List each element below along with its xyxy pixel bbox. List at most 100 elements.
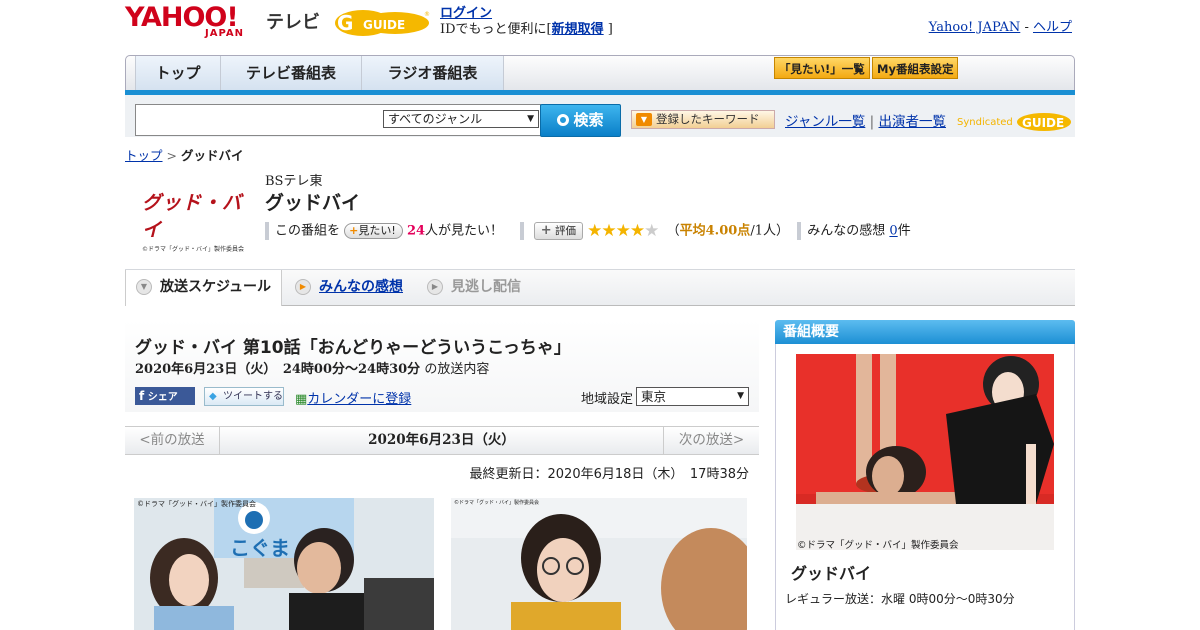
cast-list-link[interactable]: 出演者一覧 [878,114,946,130]
genre-select[interactable]: すべてのジャンル ▼ [383,110,539,128]
average-score: 平均4.00点 [679,223,751,239]
global-nav: トップ テレビ番組表 ラジオ番組表 「見たい!」一覧 My番組表設定 [125,55,1075,93]
photo-1-sign-text: こぐま [230,536,290,560]
chevron-down-icon: ▼ [136,279,152,295]
signup-link[interactable]: 新規取得 [552,22,604,37]
registered-keyword-label: 登録したキーワード [656,112,760,126]
search-links: ジャンル一覧 | 出演者一覧 [785,110,946,130]
tab-broadcast-schedule[interactable]: ▼ 放送スケジュール [125,270,282,306]
svg-text:®: ® [424,11,430,18]
star-icon: ★ [587,221,602,241]
star-icon: ★ [601,221,616,241]
calendar-link[interactable]: カレンダーに登録 [307,392,411,407]
region-label: 地域設定 [581,392,634,407]
genre-list-link[interactable]: ジャンル一覧 [785,114,865,130]
tab-impressions[interactable]: ▶ みんなの感想 [295,270,403,306]
chevron-down-icon: ▼ [527,114,534,124]
login-link[interactable]: ログイン [440,6,492,21]
star-rating: ★★★★★ [587,221,659,241]
login-text-suffix: ] [607,22,613,37]
calendar-link-wrap: ▦カレンダーに登録 [295,388,411,407]
region-select-value: 東京 [641,389,667,404]
nav-tab-top[interactable]: トップ [135,56,221,90]
svg-text:G: G [337,11,353,35]
nav-tab-tv-guide[interactable]: テレビ番組表 [221,56,362,90]
program-logo-text: グッド・バイ [142,192,243,241]
region-select[interactable]: 東京 ▼ [636,387,749,406]
average-people: /1人 [750,223,776,239]
yahoo-japan-link[interactable]: Yahoo! JAPAN [929,20,1021,35]
play-icon: ▶ [295,279,311,295]
program-tabs: ▼ 放送スケジュール ▶ みんなの感想 ▶ 見逃し配信 [125,269,1075,306]
impressions-suffix: 件 [897,223,911,239]
yahoo-logo[interactable]: YAHOO! [125,4,239,31]
facebook-icon: f [139,389,145,403]
summary-program-title: グッドバイ [791,564,872,583]
syndicated-label: Syndicated [957,117,1013,128]
episode-title: グッド・バイ 第10話「おんどりゃーどういうこっちゃ」 [135,338,571,358]
want-prefix: この番組を [275,223,341,239]
program-key-visual [796,354,1054,550]
tab-impressions-link[interactable]: みんなの感想 [319,279,403,295]
channel-name: BSテレ東 [265,174,323,189]
summary-regular-broadcast: レギュラー放送：水曜 0時00分～0時30分 [785,592,1015,606]
tweet-button-label: ツイートする [223,391,283,402]
want-to-watch-button[interactable]: +見たい! [344,223,403,239]
calendar-icon: ▦ [295,392,308,407]
want-count: 24 [406,223,426,239]
program-logo-subtext: ©ドラマ「グッド・バイ」製作委員会 [142,246,245,253]
search-icon [557,114,570,126]
tweet-button[interactable]: ◆ ツイートする [204,387,284,406]
nav-tab-radio-guide[interactable]: ラジオ番組表 [362,56,504,90]
link-divider: | [869,114,875,130]
photo-2-caption: ©ドラマ「グッド・バイ」製作委員会 [454,500,540,506]
facebook-share-button[interactable]: f シェア [135,387,195,405]
help-link[interactable]: ヘルプ [1033,20,1072,35]
want-suffix: 人が見たい！ [425,223,504,239]
japan-logo: JAPAN [205,28,244,39]
registered-keyword-button[interactable]: ▼ 登録したキーワード [631,110,775,129]
service-name[interactable]: テレビ [266,8,320,34]
episode-airtime: 2020年6月23日（火） 24時00分～24時30分 の放送内容 [135,358,489,377]
breadcrumb-separator: > [166,148,177,163]
episode-photo-1[interactable]: ©ドラマ「グッド・バイ」製作委員会 こぐま [134,498,434,630]
search-button-label: 検索 [573,111,604,129]
divider [519,222,524,240]
divider [265,222,269,240]
next-broadcast-link[interactable]: 次の放送> [663,427,759,454]
tab-broadcast-schedule-label: 放送スケジュール [160,279,272,295]
star-icon: ★ [615,221,631,241]
link-separator: - [1024,20,1029,35]
tab-catch-up-label: 見逃し配信 [451,279,521,295]
breadcrumb-current: グッドバイ [180,148,244,163]
episode-pager: <前の放送 2020年6月23日（火） 次の放送> [125,426,759,455]
gguide-logo[interactable]: G GUIDE ® [333,6,433,40]
triangle-down-icon: ▼ [636,113,652,126]
episode-photo-2[interactable]: ©ドラマ「グッド・バイ」製作委員会 [451,498,747,630]
program-summary-heading: 番組概要 [775,320,1075,344]
want-badge-label: 見たい! [358,224,396,237]
svg-text:GUIDE: GUIDE [1022,116,1064,130]
last-updated: 最終更新日：2020年6月18日（木） 17時38分 [469,467,749,482]
plus-icon: + [540,223,552,238]
syndicated-gguide-logo: Syndicated GUIDE [957,111,1072,133]
tab-catch-up: ▶ 見逃し配信 [427,270,521,306]
my-guide-settings-button[interactable]: My番組表設定 [872,57,959,79]
breadcrumb-home-link[interactable]: トップ [125,148,163,163]
rate-button[interactable]: + 評価 [533,222,583,240]
impressions-count-link[interactable]: 0 [889,224,897,239]
genre-select-value: すべてのジャンル [388,112,483,126]
star-empty-icon: ★ [644,221,659,241]
episode-date: 2020年6月23日（火） 24時00分～24時30分 [135,362,421,377]
mitai-list-button[interactable]: 「見たい!」一覧 [774,57,870,79]
facebook-share-label: シェア [147,392,178,403]
program-stats-row: この番組を +見たい! 24人が見たい！ + 評価 ★★★★★ （平均4.00点… [265,221,911,241]
plus-icon: + [349,224,359,237]
star-icon: ★ [629,221,645,241]
rate-button-label: 評価 [554,225,576,237]
previous-broadcast-link[interactable]: <前の放送 [125,427,220,454]
program-title: グッドバイ [265,192,361,214]
search-button[interactable]: 検索 [540,104,621,137]
avg-close: ） [775,223,789,239]
program-logo: グッド・バイ ©ドラマ「グッド・バイ」製作委員会 [142,188,250,253]
